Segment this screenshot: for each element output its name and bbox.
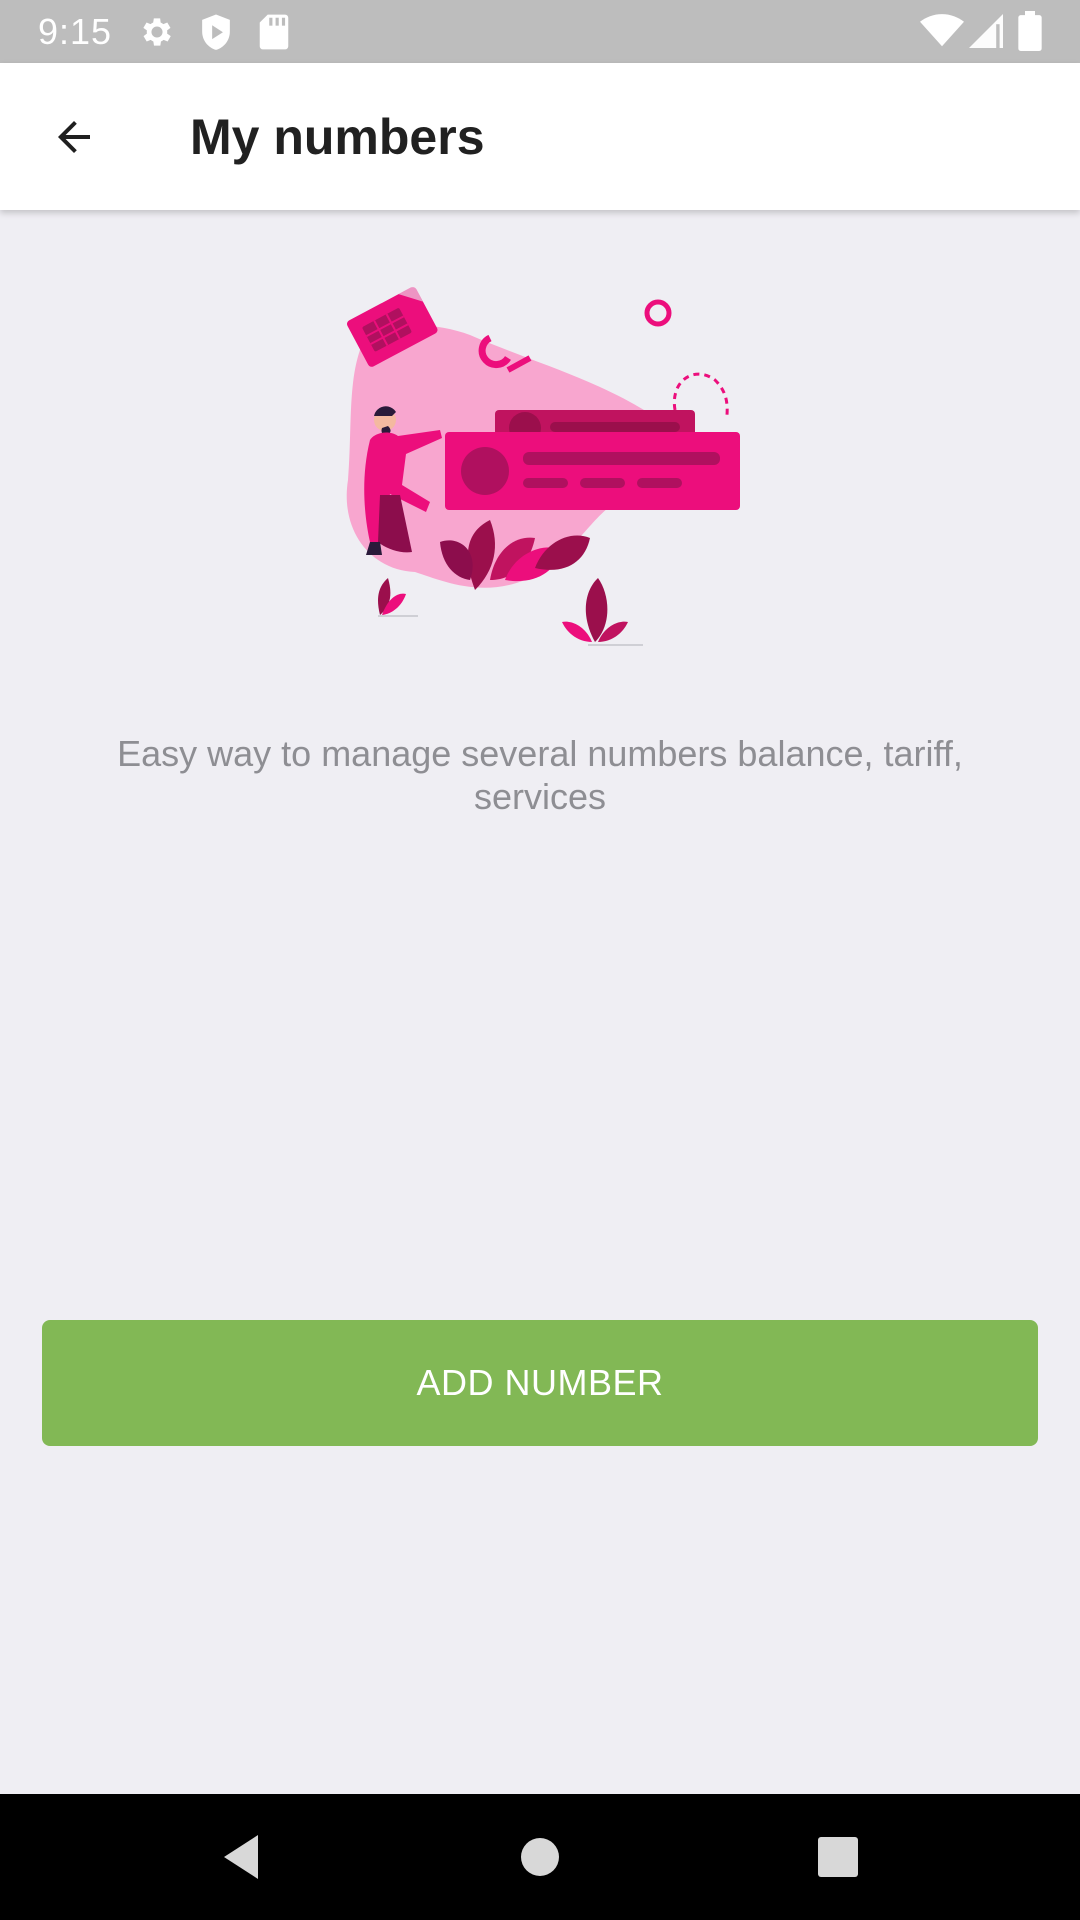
sd-card-icon: [259, 14, 289, 50]
back-triangle-icon[interactable]: [212, 1827, 272, 1887]
wifi-icon: [920, 14, 964, 47]
page-title: My numbers: [190, 109, 485, 165]
navigation-bar: [0, 1794, 1080, 1920]
arrow-left-icon: [58, 121, 90, 153]
app-bar: My numbers: [0, 63, 1080, 210]
status-time: 9:15: [38, 11, 113, 52]
recents-square-icon[interactable]: [808, 1827, 868, 1887]
battery-icon: [1018, 11, 1042, 51]
add-number-button[interactable]: ADD NUMBER: [42, 1320, 1038, 1446]
settings-icon: [143, 18, 171, 46]
status-bar: 9:15: [0, 0, 1080, 63]
home-circle-icon[interactable]: [510, 1827, 570, 1887]
back-button[interactable]: [24, 97, 124, 177]
shield-play-icon: [202, 14, 230, 50]
man-with-sim-card-illustration: [346, 285, 740, 646]
empty-state-description: Easy way to manage several numbers balan…: [117, 733, 963, 817]
cellular-signal-icon: [969, 14, 1003, 48]
